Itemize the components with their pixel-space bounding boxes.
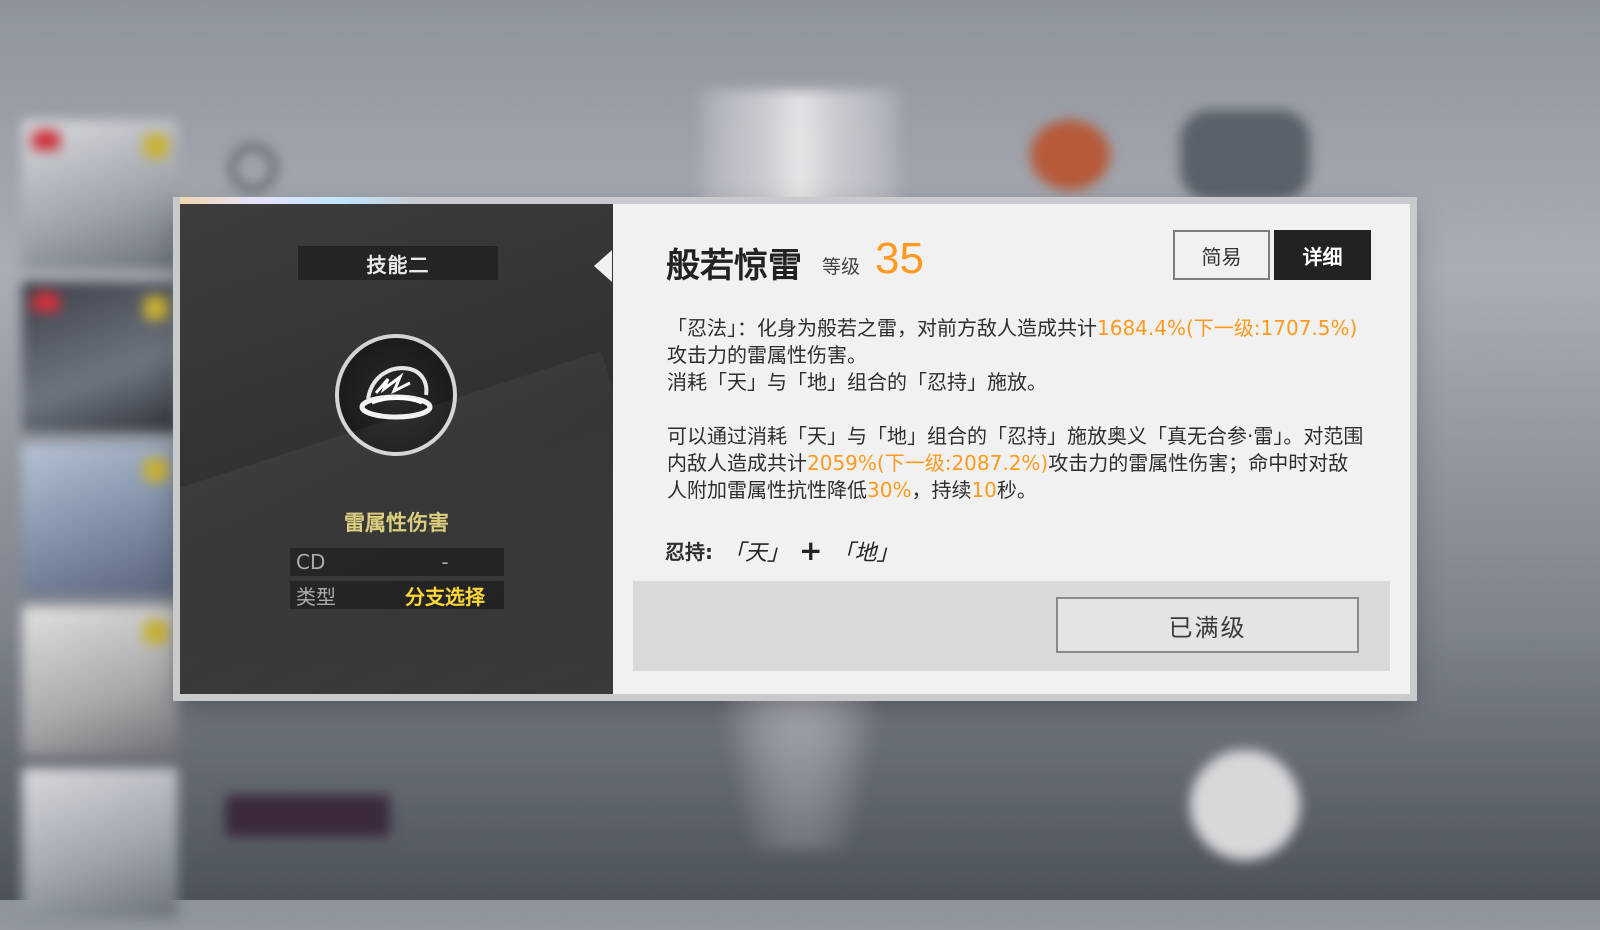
stat-row-type: 类型 分支选择 [290, 581, 504, 609]
tab-detail[interactable]: 详细 [1274, 230, 1371, 280]
heart-icon [32, 292, 60, 312]
upgrade-footer: 已满级 [633, 581, 1390, 671]
weapon-icon [1180, 110, 1310, 200]
roster-card [22, 606, 178, 756]
level-label: 等级 [822, 256, 861, 278]
skill-slot-label: 技能二 [298, 246, 498, 280]
stat-value: 分支选择 [405, 584, 485, 609]
max-level-button[interactable]: 已满级 [1056, 597, 1359, 653]
skill-description-panel: 般若惊雷 等级 35 简易 详细 「忍法」：化身为般若之雷，对前方敌人造成共计1… [613, 204, 1410, 694]
tab-simple[interactable]: 简易 [1173, 230, 1270, 280]
description-paragraph-3: 可以通过消耗「天」与「地」组合的「忍持」施放奥义「真无合参·雷」。对范围内敌人造… [667, 423, 1367, 504]
skill-detail-modal: 技能二 雷属性伤害 CD - 类型 分支选择 般若惊雷 等级 35 简易 详细 [180, 197, 1410, 694]
view-tabs: 简易 详细 [1173, 230, 1371, 280]
desc-text: 秒。 [996, 478, 1037, 502]
character-roster [22, 120, 182, 930]
desc-highlight: 10 [971, 478, 997, 502]
stat-key: 类型 [296, 584, 336, 609]
lightning-orb-icon [335, 334, 457, 456]
rank-icon [144, 620, 168, 644]
desc-highlight: 2059%(下一级:2087.2%) [807, 451, 1049, 475]
description-paragraph-1: 「忍法」：化身为般若之雷，对前方敌人造成共计1684.4%(下一级:1707.5… [667, 315, 1367, 369]
roster-card [22, 444, 178, 594]
skill-icon-bg [1190, 750, 1300, 860]
desc-highlight: 1684.4%(下一级:1707.5%) [1097, 316, 1358, 340]
modal-accent-line [180, 197, 420, 204]
desc-text: 「忍法」：化身为般若之雷，对前方敌人造成共计 [667, 316, 1097, 340]
skill-name: 般若惊雷 [666, 246, 802, 286]
emblem-icon [1030, 120, 1110, 190]
skill-summary-panel: 技能二 雷属性伤害 CD - 类型 分支选择 [180, 204, 613, 694]
level-value: 35 [875, 234, 924, 283]
plus-icon: + [799, 534, 823, 567]
roster-card [22, 282, 178, 432]
rank-icon [144, 458, 168, 482]
stat-value: - [441, 550, 449, 574]
skill-description: 「忍法」：化身为般若之雷，对前方敌人造成共计1684.4%(下一级:1707.5… [667, 315, 1367, 504]
background-button [225, 795, 390, 837]
rank-icon [144, 296, 168, 320]
roster-card [22, 768, 178, 918]
roster-card [22, 120, 178, 270]
description-paragraph-2: 消耗「天」与「地」组合的「忍持」施放。 [667, 370, 1047, 394]
desc-text: 攻击力的雷属性伤害。 [667, 343, 867, 367]
stat-row-cd: CD - [290, 548, 504, 576]
damage-type-label: 雷属性伤害 [344, 511, 449, 535]
seal-earth-icon: 「地」 [832, 540, 899, 566]
rank-icon [144, 134, 168, 158]
panel-pointer [594, 250, 612, 282]
stat-key: CD [296, 550, 326, 574]
gear-icon [230, 145, 276, 191]
seal-heaven-icon: 「天」 [723, 540, 790, 566]
desc-text: ，持续 [911, 478, 972, 502]
desc-highlight: 30% [867, 478, 912, 502]
heart-icon [32, 130, 60, 150]
ninja-hold-combo: 忍持: 「天」 + 「地」 [665, 534, 901, 567]
ninja-hold-label: 忍持: [665, 540, 713, 564]
